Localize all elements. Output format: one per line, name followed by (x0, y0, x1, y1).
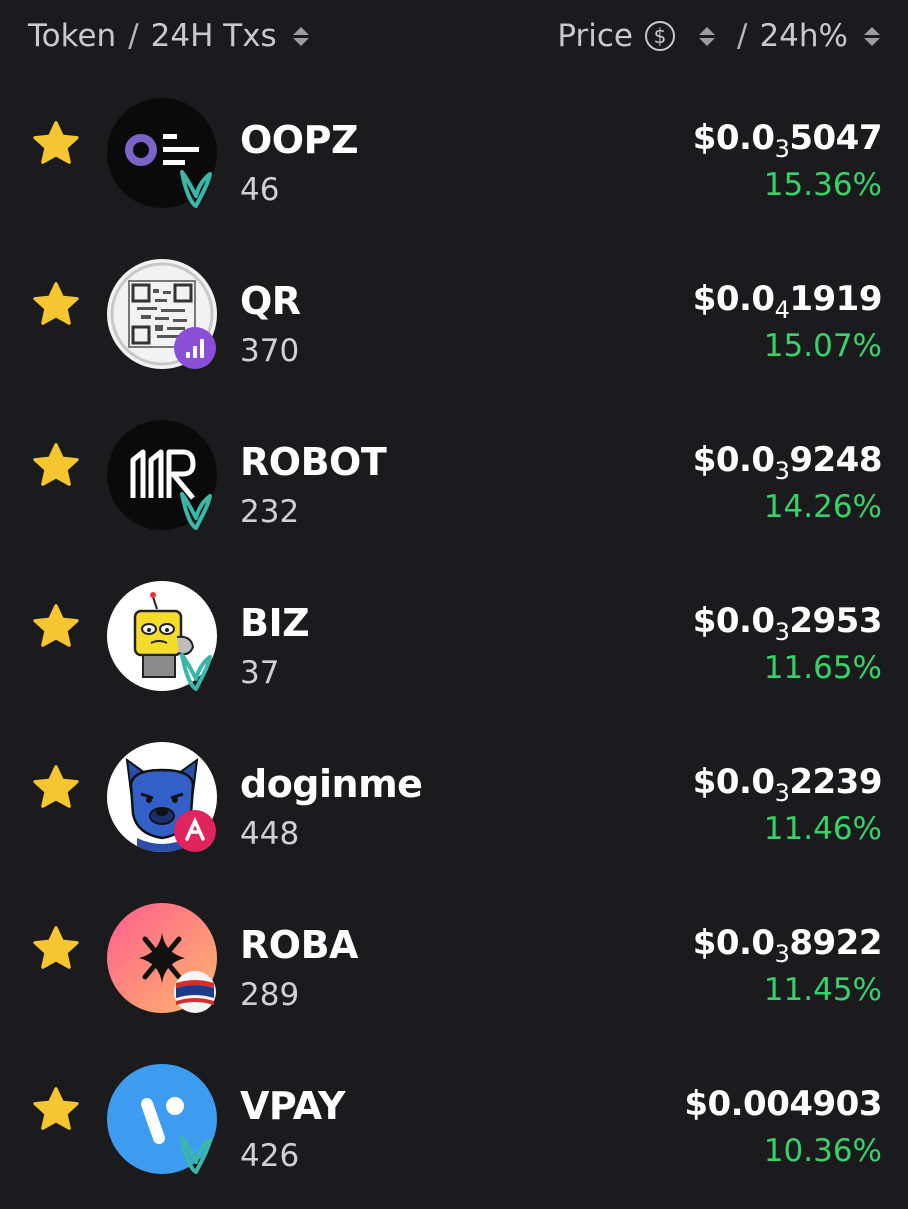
token-change: 11.45% (763, 972, 882, 1008)
token-change: 11.46% (763, 811, 882, 847)
token-price: $0.038922 (692, 923, 883, 968)
token-column-label: Token (28, 18, 117, 54)
token-row[interactable]: QR 370 $0.041919 15.07% (0, 243, 908, 404)
token-change: 15.07% (763, 328, 882, 364)
token-change: 14.26% (763, 489, 882, 525)
token-price: $0.032239 (692, 762, 883, 807)
flag-badge-icon (174, 971, 216, 1013)
currency-toggle-icon[interactable]: $ (644, 21, 675, 51)
token-row[interactable]: OOPZ 46 $0.035047 15.36% (0, 82, 908, 243)
favorite-star-icon[interactable] (30, 440, 82, 492)
favorite-star-icon[interactable] (30, 601, 82, 653)
token-txs: 370 (240, 333, 300, 369)
token-row[interactable]: ROBA 289 $0.038922 11.45% (0, 887, 908, 1048)
token-row[interactable]: ROBOT 232 $0.039248 14.26% (0, 404, 908, 565)
token-txs: 426 (240, 1138, 300, 1174)
token-list: OOPZ 46 $0.035047 15.36% QR 370 $0.04191… (0, 82, 908, 1209)
leaf-badge-icon (180, 492, 212, 530)
token-name: OOPZ (240, 118, 359, 162)
token-change: 15.36% (763, 167, 882, 203)
token-price: $0.035047 (692, 118, 883, 163)
token-price: $0.041919 (692, 279, 883, 324)
chart-badge-icon (174, 327, 216, 369)
sort-price-icon[interactable] (698, 26, 715, 46)
token-txs: 46 (240, 172, 280, 208)
token-price: $0.032953 (692, 601, 883, 646)
txs-column-label[interactable]: 24H Txs (151, 18, 277, 54)
token-txs: 37 (240, 655, 280, 691)
header-separator: / (736, 18, 748, 54)
leaf-badge-icon (180, 653, 212, 691)
price-column-label[interactable]: Price (557, 18, 633, 54)
sort-change-icon[interactable] (864, 26, 880, 46)
favorite-star-icon[interactable] (30, 762, 82, 814)
token-price: $0.004903 (684, 1084, 882, 1124)
favorite-star-icon[interactable] (30, 1084, 82, 1136)
token-name: VPAY (240, 1084, 346, 1128)
leaf-badge-icon (180, 1136, 212, 1174)
token-txs: 448 (240, 816, 300, 852)
token-change: 10.36% (763, 1133, 882, 1169)
header-separator: / (128, 18, 139, 54)
token-txs: 232 (240, 494, 300, 530)
token-name: ROBOT (240, 440, 387, 484)
favorite-star-icon[interactable] (30, 118, 82, 170)
token-name: QR (240, 279, 301, 323)
token-row[interactable]: doginme 448 $0.032239 11.46% (0, 726, 908, 887)
token-txs: 289 (240, 977, 300, 1013)
token-name: ROBA (240, 923, 358, 967)
token-price: $0.039248 (692, 440, 883, 485)
table-header: Token / 24H Txs Price $ / 24h% (0, 0, 908, 72)
favorite-star-icon[interactable] (30, 923, 82, 975)
header-left: Token / 24H Txs (28, 18, 309, 54)
leaf-badge-icon (180, 170, 212, 208)
token-change: 11.65% (763, 650, 882, 686)
header-right: Price $ / 24h% (557, 18, 880, 54)
change-column-label[interactable]: 24h% (759, 18, 848, 54)
token-name: BIZ (240, 601, 310, 645)
sort-txs-icon[interactable] (292, 26, 309, 46)
token-row[interactable]: BIZ 37 $0.032953 11.65% (0, 565, 908, 726)
token-row[interactable]: VPAY 426 $0.004903 10.36% (0, 1048, 908, 1209)
pink-badge-icon (174, 810, 216, 852)
favorite-star-icon[interactable] (30, 279, 82, 331)
token-name: doginme (240, 762, 423, 806)
